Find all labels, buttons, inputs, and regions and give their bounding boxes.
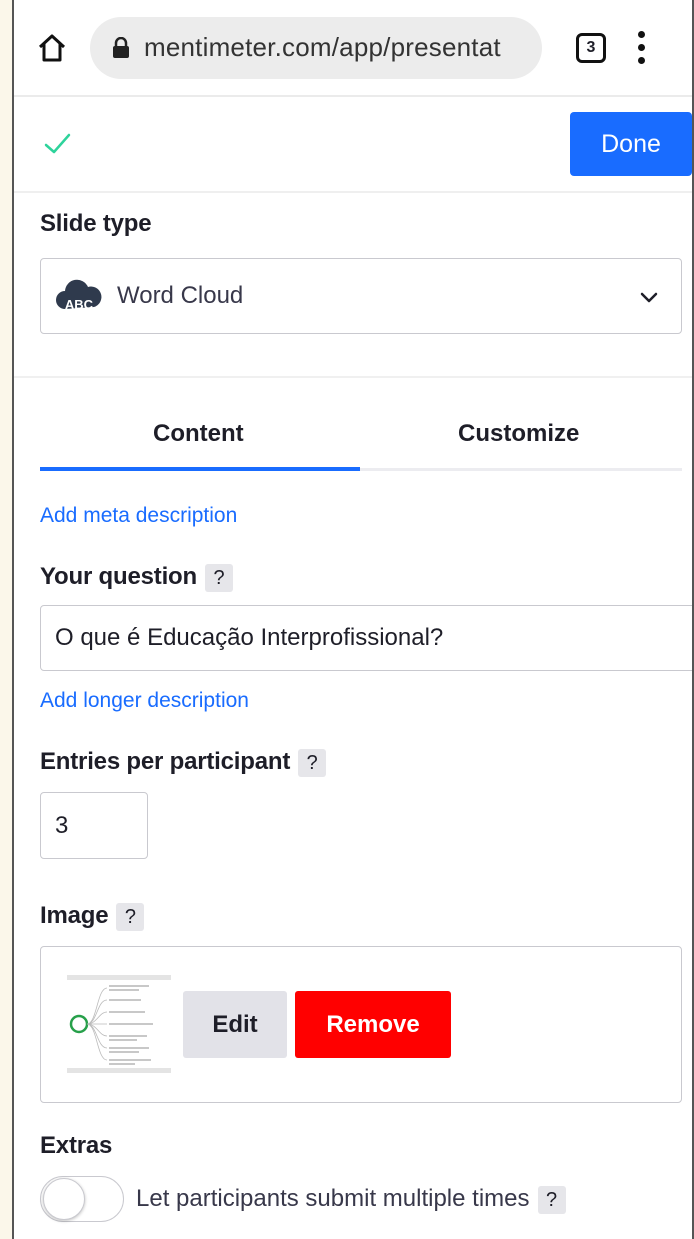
add-longer-description-link[interactable]: Add longer description	[40, 689, 249, 713]
lock-icon	[113, 36, 129, 58]
image-label: Image?	[40, 902, 145, 931]
toggle-help-icon[interactable]: ?	[537, 1185, 566, 1214]
image-thumbnail	[67, 972, 171, 1076]
multiple-submissions-toggle[interactable]	[40, 1176, 124, 1222]
image-help-icon[interactable]: ?	[116, 902, 145, 931]
question-label: Your question?	[40, 563, 233, 592]
address-bar[interactable]: mentimeter.com/app/presentat	[90, 16, 542, 79]
question-input[interactable]: O que é Educação Interprofissional?	[40, 605, 692, 671]
saved-check-icon	[44, 133, 71, 154]
image-panel: Edit Remove	[40, 946, 682, 1103]
toggle-label-text: Let participants submit multiple times	[136, 1185, 530, 1212]
image-label-text: Image	[40, 902, 109, 929]
entries-label: Entries per participant?	[40, 748, 327, 777]
slide-type-label: Slide type	[40, 210, 152, 237]
slide-type-select[interactable]: ABC Word Cloud	[40, 258, 682, 334]
overflow-menu-icon[interactable]	[636, 31, 646, 64]
tab-count: 3	[586, 38, 596, 56]
app-frame: mentimeter.com/app/presentat 3 Done Slid…	[12, 0, 694, 1239]
entries-help-icon[interactable]: ?	[298, 748, 327, 777]
tab-switcher-icon[interactable]: 3	[576, 32, 606, 63]
done-button[interactable]: Done	[570, 112, 692, 176]
tab-customize[interactable]: Customize	[458, 420, 579, 448]
question-help-icon[interactable]: ?	[204, 563, 233, 592]
remove-image-button[interactable]: Remove	[295, 991, 451, 1058]
chevron-down-icon	[640, 292, 658, 303]
home-icon[interactable]	[34, 30, 70, 66]
entries-label-text: Entries per participant	[40, 748, 291, 775]
toggle-label: Let participants submit multiple times?	[136, 1185, 566, 1214]
tab-active-indicator	[40, 467, 360, 471]
question-label-text: Your question	[40, 563, 197, 590]
slide-type-value: Word Cloud	[117, 282, 244, 309]
toggle-knob	[43, 1178, 85, 1220]
add-meta-description-link[interactable]: Add meta description	[40, 504, 237, 528]
word-cloud-icon-text: ABC	[65, 297, 94, 312]
browser-toolbar: mentimeter.com/app/presentat 3	[14, 0, 692, 97]
editor-header: Done	[14, 97, 692, 193]
edit-image-button[interactable]: Edit	[183, 991, 287, 1058]
extras-label: Extras	[40, 1132, 113, 1159]
section-divider	[14, 376, 692, 378]
entries-input[interactable]: 3	[40, 792, 148, 859]
tab-content[interactable]: Content	[153, 420, 244, 448]
word-cloud-icon: ABC	[56, 279, 102, 312]
url-text: mentimeter.com/app/presentat	[144, 32, 501, 62]
